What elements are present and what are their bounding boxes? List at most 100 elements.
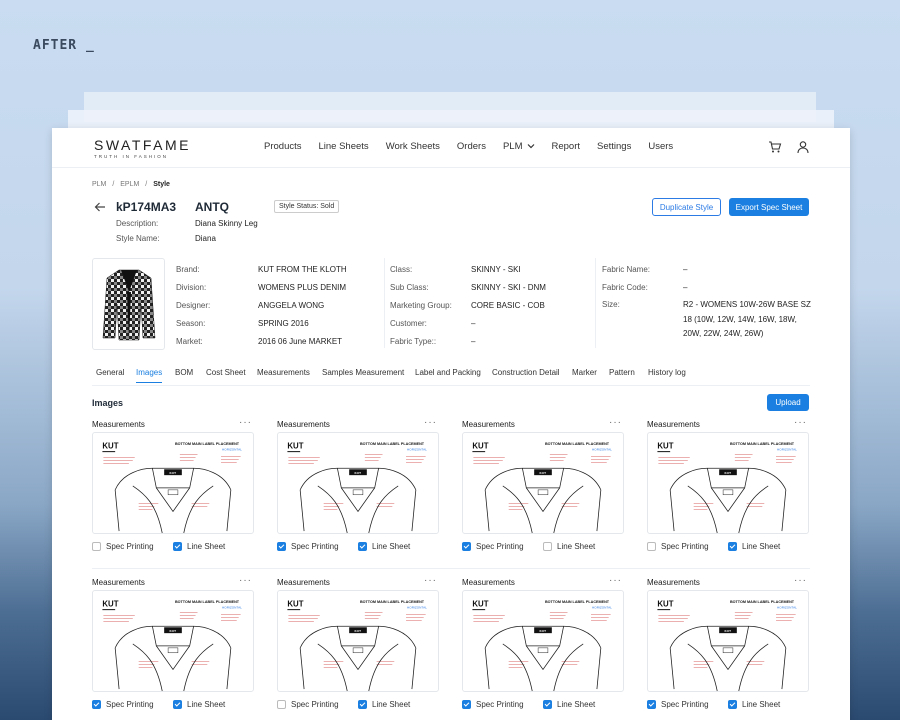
nav-plm-label: PLM [502, 141, 523, 152]
more-horizontal-icon[interactable]: ··· [424, 575, 437, 586]
card-header: Measurements ··· [92, 417, 254, 432]
nav-work-sheets[interactable]: Work Sheets [386, 141, 440, 152]
card-image[interactable]: KUT BOTTOM MAIN LABEL PLACEMENT HORIZONT… [277, 590, 439, 692]
card-image[interactable]: KUT BOTTOM MAIN LABEL PLACEMENT HORIZONT… [647, 590, 809, 692]
line-sheet-label: Line Sheet [557, 542, 596, 551]
card-image[interactable]: KUT BOTTOM MAIN LABEL PLACEMENT HORIZONT… [92, 432, 254, 534]
cart-icon[interactable] [768, 140, 782, 154]
duplicate-style-button[interactable]: Duplicate Style [652, 198, 721, 216]
label-placement-diagram: KUT BOTTOM MAIN LABEL PLACEMENT HORIZONT… [657, 442, 797, 533]
orientation-label: HORIZONTAL [222, 606, 242, 610]
more-horizontal-icon[interactable]: ··· [609, 417, 622, 428]
checkbox-box [647, 700, 656, 709]
style-name-label: Style Name: [116, 234, 160, 243]
breadcrumb-plm[interactable]: PLM [92, 181, 106, 188]
nav-plm[interactable]: PLM [503, 141, 535, 152]
image-card[interactable]: Measurements ··· KUT BOTTOM MAIN LABEL P… [277, 575, 439, 709]
image-card[interactable]: Measurements ··· KUT BOTTOM MAIN LABEL P… [647, 417, 809, 551]
line-sheet-checkbox[interactable]: Line Sheet [728, 700, 809, 709]
nav-line-sheets[interactable]: Line Sheets [319, 141, 369, 152]
tab-measurements[interactable]: Measurements [257, 368, 310, 377]
brand-logo[interactable]: SWATFAME TRUTH IN FASHION [94, 137, 191, 159]
line-sheet-label: Line Sheet [187, 700, 226, 709]
card-image[interactable]: KUT BOTTOM MAIN LABEL PLACEMENT HORIZONT… [92, 590, 254, 692]
line-sheet-checkbox[interactable]: Line Sheet [173, 700, 254, 709]
detail-label: Market: [176, 337, 203, 346]
arrow-left-icon[interactable] [94, 201, 106, 213]
card-image[interactable]: KUT BOTTOM MAIN LABEL PLACEMENT HORIZONT… [462, 432, 624, 534]
brand-tagline: TRUTH IN FASHION [94, 154, 169, 159]
details-divider [384, 258, 385, 348]
spec-printing-checkbox[interactable]: Spec Printing [277, 542, 358, 551]
nav-actions [768, 140, 810, 154]
tab-bom[interactable]: BOM [175, 368, 193, 377]
line-sheet-label: Line Sheet [742, 700, 781, 709]
spec-printing-checkbox[interactable]: Spec Printing [462, 542, 543, 551]
line-sheet-label: Line Sheet [372, 542, 411, 551]
card-options: Spec Printing Line Sheet [462, 700, 624, 709]
image-card[interactable]: Measurements ··· KUT BOTTOM MAIN LABEL P… [92, 575, 254, 709]
nav-users[interactable]: Users [648, 141, 673, 152]
spec-printing-checkbox[interactable]: Spec Printing [277, 700, 358, 709]
spec-printing-checkbox[interactable]: Spec Printing [647, 700, 728, 709]
label-placement-diagram: KUT BOTTOM MAIN LABEL PLACEMENT HORIZONT… [102, 442, 242, 533]
more-horizontal-icon[interactable]: ··· [794, 417, 807, 428]
nav-orders[interactable]: Orders [457, 141, 486, 152]
spec-printing-checkbox[interactable]: Spec Printing [92, 700, 173, 709]
spec-printing-label: Spec Printing [106, 542, 154, 551]
more-horizontal-icon[interactable]: ··· [609, 575, 622, 586]
image-card[interactable]: Measurements ··· KUT BOTTOM MAIN LABEL P… [647, 575, 809, 709]
checkbox-box [462, 542, 471, 551]
line-sheet-label: Line Sheet [187, 542, 226, 551]
line-sheet-checkbox[interactable]: Line Sheet [543, 542, 624, 551]
nav-settings[interactable]: Settings [597, 141, 631, 152]
more-horizontal-icon[interactable]: ··· [239, 417, 252, 428]
nav-products[interactable]: Products [264, 141, 302, 152]
after-label: AFTER _ [33, 38, 95, 53]
card-image[interactable]: KUT BOTTOM MAIN LABEL PLACEMENT HORIZONT… [277, 432, 439, 534]
export-spec-sheet-button[interactable]: Export Spec Sheet [729, 198, 809, 216]
card-options: Spec Printing Line Sheet [647, 700, 809, 709]
tab-general[interactable]: General [96, 368, 124, 377]
card-image[interactable]: KUT BOTTOM MAIN LABEL PLACEMENT HORIZONT… [462, 590, 624, 692]
more-horizontal-icon[interactable]: ··· [794, 575, 807, 586]
style-name-value: Diana [195, 234, 216, 243]
breadcrumb-eplm[interactable]: EPLM [120, 181, 139, 188]
card-image[interactable]: KUT BOTTOM MAIN LABEL PLACEMENT HORIZONT… [647, 432, 809, 534]
card-title: Measurements [277, 578, 330, 587]
spec-printing-checkbox[interactable]: Spec Printing [92, 542, 173, 551]
tab-pattern[interactable]: Pattern [609, 368, 635, 377]
image-card[interactable]: Measurements ··· KUT BOTTOM MAIN LABEL P… [462, 575, 624, 709]
section-title: Images [92, 398, 124, 408]
more-horizontal-icon[interactable]: ··· [239, 575, 252, 586]
checkbox-box [462, 700, 471, 709]
upload-button[interactable]: Upload [767, 394, 809, 411]
line-sheet-checkbox[interactable]: Line Sheet [358, 700, 439, 709]
jacket-image [102, 269, 155, 341]
user-icon[interactable] [796, 140, 810, 154]
tab-marker[interactable]: Marker [572, 368, 597, 377]
line-sheet-checkbox[interactable]: Line Sheet [728, 542, 809, 551]
placement-heading: BOTTOM MAIN LABEL PLACEMENT [545, 442, 610, 446]
image-card[interactable]: Measurements ··· KUT BOTTOM MAIN LABEL P… [92, 417, 254, 551]
product-thumbnail[interactable] [92, 258, 165, 350]
spec-printing-checkbox[interactable]: Spec Printing [462, 700, 543, 709]
tab-history-log[interactable]: History log [648, 368, 686, 377]
line-sheet-checkbox[interactable]: Line Sheet [543, 700, 624, 709]
tab-label-and-packing[interactable]: Label and Packing [415, 368, 481, 377]
line-sheet-checkbox[interactable]: Line Sheet [173, 542, 254, 551]
tab-images[interactable]: Images [136, 368, 163, 383]
card-header: Measurements ··· [462, 417, 624, 432]
nav-report[interactable]: Report [552, 141, 581, 152]
tab-samples-measurement[interactable]: Samples Measurement [322, 368, 404, 377]
image-card[interactable]: Measurements ··· KUT BOTTOM MAIN LABEL P… [277, 417, 439, 551]
spec-printing-label: Spec Printing [476, 542, 524, 551]
more-horizontal-icon[interactable]: ··· [424, 417, 437, 428]
tab-cost-sheet[interactable]: Cost Sheet [206, 368, 246, 377]
line-sheet-label: Line Sheet [372, 700, 411, 709]
image-card[interactable]: Measurements ··· KUT BOTTOM MAIN LABEL P… [462, 417, 624, 551]
card-options: Spec Printing Line Sheet [462, 542, 624, 551]
spec-printing-checkbox[interactable]: Spec Printing [647, 542, 728, 551]
tab-construction-detail[interactable]: Construction Detail [492, 368, 560, 377]
line-sheet-checkbox[interactable]: Line Sheet [358, 542, 439, 551]
